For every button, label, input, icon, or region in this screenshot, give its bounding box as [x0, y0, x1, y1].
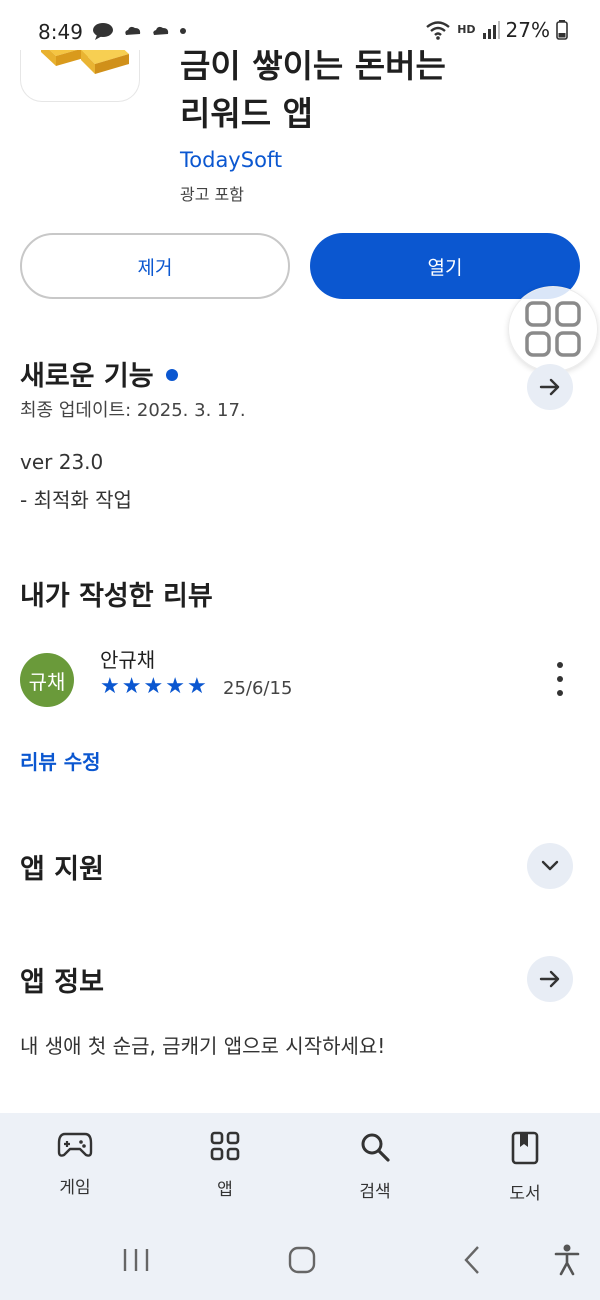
accessibility-icon [554, 1244, 580, 1276]
recent-apps-icon [123, 1249, 149, 1271]
nav-item-books[interactable]: 도서 [465, 1131, 585, 1204]
status-time: 8:49 [38, 20, 83, 44]
nav-item-games[interactable]: 게임 [15, 1131, 135, 1198]
about-app-heading[interactable]: 앱 정보 [20, 960, 104, 999]
dot [557, 662, 563, 668]
chevron-down-icon [541, 860, 559, 871]
uninstall-button[interactable]: 제거 [20, 233, 290, 299]
book-icon [511, 1131, 539, 1165]
cloud-notification-icon [125, 26, 141, 35]
notification-icons [92, 22, 186, 40]
quick-panel-icon [525, 301, 581, 357]
home-button[interactable] [286, 1240, 318, 1280]
reviewer-name: 안규채 [100, 648, 156, 672]
release-notes-text: - 최적화 작업 [20, 488, 132, 512]
review-more-options-button[interactable] [548, 662, 572, 696]
star-icon: ★ [121, 674, 142, 699]
signal-icon [482, 21, 500, 39]
last-updated-text: 최종 업데이트: 2025. 3. 17. [20, 400, 246, 421]
wifi-icon [426, 21, 450, 40]
accessibility-button[interactable] [552, 1240, 582, 1280]
app-title-line2: 리워드 앱 [180, 94, 313, 133]
whats-new-title: 새로운 기능 [20, 361, 154, 392]
app-description: 내 생애 첫 순금, 금캐기 앱으로 시작하세요! [20, 1034, 386, 1058]
review-date: 25/6/15 [223, 678, 293, 699]
app-support-heading[interactable]: 앱 지원 [20, 847, 104, 886]
apps-grid-icon [210, 1131, 240, 1161]
system-navigation-bar [0, 1240, 600, 1280]
home-icon [288, 1246, 316, 1274]
my-review-heading: 내가 작성한 리뷰 [20, 581, 213, 612]
star-icon: ★ [100, 674, 120, 699]
edit-review-link[interactable]: 리뷰 수정 [20, 746, 101, 775]
more-notifications-dot-icon [180, 28, 186, 34]
floating-quick-button[interactable] [508, 286, 598, 372]
star-rating: ★ ★ ★ ★ ★ [100, 674, 207, 700]
battery-icon [556, 20, 568, 40]
nav-label-games: 게임 [59, 1178, 91, 1198]
cloud-notification-icon [153, 26, 169, 35]
star-icon: ★ [186, 674, 207, 699]
battery-percent: 27% [505, 18, 550, 42]
nav-label-books: 도서 [509, 1184, 541, 1204]
dot [557, 676, 563, 682]
nav-item-apps[interactable]: 앱 [165, 1131, 285, 1200]
app-title: 금이 쌓이는 돈버는 리워드 앱 [180, 42, 560, 138]
about-app-arrow-button[interactable] [527, 956, 573, 1002]
app-support-expand-button[interactable] [527, 843, 573, 889]
chat-notification-icon [93, 23, 113, 40]
arrow-right-icon [539, 970, 560, 988]
whats-new-heading[interactable]: 새로운 기능 [20, 354, 178, 393]
contains-ads-label: 광고 포함 [180, 185, 244, 204]
version-text: ver 23.0 [20, 450, 104, 474]
hd-voice-badge: HD [457, 23, 476, 36]
nav-label-search: 검색 [359, 1182, 391, 1202]
search-icon [361, 1133, 390, 1162]
dot [557, 690, 563, 696]
developer-link[interactable]: TodaySoft [180, 148, 282, 172]
status-indicators: HD 27% [425, 18, 568, 42]
status-bar: 8:49 HD 27% [0, 0, 600, 50]
nav-label-apps: 앱 [217, 1180, 233, 1200]
arrow-right-icon [539, 378, 560, 396]
whats-new-arrow-button[interactable] [527, 364, 573, 410]
gamepad-icon [57, 1132, 93, 1157]
recent-apps-button[interactable] [120, 1240, 152, 1280]
avatar: 규채 [20, 653, 74, 707]
back-icon [464, 1246, 479, 1274]
star-icon: ★ [165, 674, 185, 699]
star-icon: ★ [143, 674, 164, 699]
nav-item-search[interactable]: 검색 [315, 1131, 435, 1202]
new-indicator-dot [165, 368, 178, 381]
back-button[interactable] [460, 1240, 484, 1280]
